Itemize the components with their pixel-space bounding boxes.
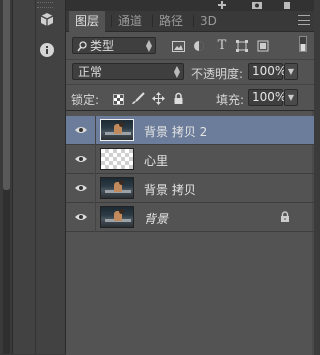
select-arrows-icon: ▲ ▼ <box>145 38 152 53</box>
eye-icon[interactable] <box>74 153 88 165</box>
lock-row: 锁定: 填充: 100% ▼ <box>66 84 314 110</box>
tab-3d[interactable]: 3D <box>194 11 223 31</box>
scrollbar-track[interactable] <box>3 190 10 354</box>
opacity-dropdown-button[interactable]: ▼ <box>284 63 298 80</box>
layer-row[interactable]: 背景 拷贝 <box>66 174 314 203</box>
layers-panel: 图层 通道 路径 3D 类型 ▲ ▼ T 正常 ▲ ▼ 不透明度: 100% ▼… <box>66 11 314 355</box>
eye-icon[interactable] <box>74 124 88 136</box>
eye-icon[interactable] <box>74 211 88 223</box>
shape-filter-icon[interactable] <box>234 38 250 54</box>
blend-row: 正常 ▲ ▼ 不透明度: 100% ▼ <box>66 59 314 84</box>
filter-kind-label: 类型 <box>90 39 115 53</box>
layer-name[interactable]: 背景 <box>144 210 168 227</box>
filter-kind-select[interactable]: 类型 ▲ ▼ <box>72 37 156 54</box>
layer-row[interactable]: 背景 <box>66 203 314 232</box>
layer-thumbnail <box>100 206 134 228</box>
filter-toggle-icon[interactable] <box>295 36 311 52</box>
layer-thumbnail <box>100 177 134 199</box>
pixel-filter-icon[interactable] <box>170 38 186 54</box>
select-arrows-icon: ▲ ▼ <box>173 64 180 79</box>
layer-thumbnail <box>100 119 134 141</box>
panel-icon-column <box>13 0 66 354</box>
grip-handle[interactable] <box>37 2 53 8</box>
panel-top-strip <box>66 0 314 11</box>
row-separator <box>95 174 96 203</box>
camera-icon[interactable] <box>251 0 263 9</box>
layer-row[interactable]: 心里 <box>66 145 314 174</box>
lock-image-pixels-icon[interactable] <box>130 90 146 106</box>
lock-icon <box>281 211 289 222</box>
tab-channels[interactable]: 通道 <box>112 11 148 31</box>
filter-row: 类型 ▲ ▼ T <box>66 32 314 58</box>
smart-object-filter-icon[interactable] <box>255 38 271 54</box>
search-icon <box>77 40 87 57</box>
layers-list: 背景 拷贝 2 心里 背景 拷贝 背景 <box>66 110 314 355</box>
row-separator <box>95 203 96 232</box>
lock-all-icon[interactable] <box>170 90 186 106</box>
left-scroll-strip <box>0 0 13 354</box>
lock-transparent-pixels-icon[interactable] <box>110 91 126 107</box>
fill-input[interactable]: 100% <box>248 89 286 106</box>
fill-dropdown-button[interactable]: ▼ <box>284 89 298 106</box>
tab-layers[interactable]: 图层 <box>69 11 106 32</box>
panel-menu-icon[interactable] <box>298 15 310 25</box>
layer-row[interactable]: 背景 拷贝 2 <box>66 116 314 145</box>
blend-mode-value: 正常 <box>78 65 103 79</box>
type-filter-icon[interactable]: T <box>214 37 230 53</box>
add-icon[interactable] <box>216 0 228 9</box>
blend-mode-select[interactable]: 正常 ▲ ▼ <box>72 63 184 80</box>
opacity-input[interactable]: 100% <box>248 63 286 80</box>
lock-position-icon[interactable] <box>150 90 166 106</box>
panel-tabs: 图层 通道 路径 3D <box>66 11 314 32</box>
eye-icon[interactable] <box>74 182 88 194</box>
fill-label: 填充: <box>216 93 245 107</box>
3d-cube-icon[interactable] <box>37 10 57 30</box>
row-separator <box>95 145 96 174</box>
tab-paths[interactable]: 路径 <box>153 11 189 31</box>
trash-icon[interactable] <box>281 0 293 9</box>
info-icon[interactable] <box>37 40 57 60</box>
scrollbar-thumb[interactable] <box>3 0 10 190</box>
column-divider <box>35 0 36 354</box>
layer-name[interactable]: 背景 拷贝 <box>144 181 196 198</box>
layer-name[interactable]: 心里 <box>144 152 168 169</box>
lock-label: 锁定: <box>71 93 100 107</box>
layer-thumbnail <box>100 148 134 170</box>
row-separator <box>95 116 96 145</box>
adjustment-filter-icon[interactable] <box>191 38 207 54</box>
opacity-label: 不透明度: <box>191 67 244 81</box>
layer-name[interactable]: 背景 拷贝 2 <box>144 123 207 140</box>
